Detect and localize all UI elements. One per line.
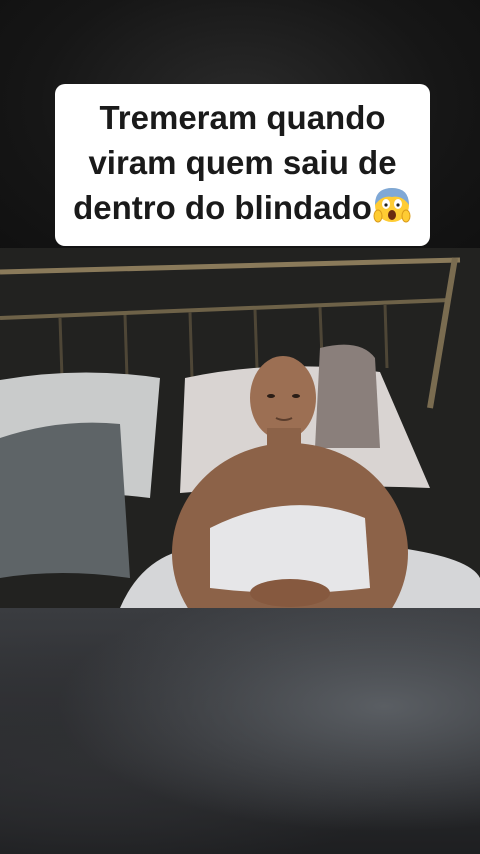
screaming-face-emoji-icon bbox=[372, 185, 412, 236]
caption-text: Tremeram quando viram quem saiu de dentr… bbox=[65, 95, 420, 236]
bed-scene-illustration bbox=[0, 248, 480, 608]
caption-box: Tremeram quando viram quem saiu de dentr… bbox=[55, 84, 430, 246]
caption-text-content: Tremeram quando viram quem saiu de dentr… bbox=[73, 98, 397, 226]
video-frame-bed-scene bbox=[0, 248, 480, 608]
blurred-background-bottom bbox=[0, 608, 480, 854]
